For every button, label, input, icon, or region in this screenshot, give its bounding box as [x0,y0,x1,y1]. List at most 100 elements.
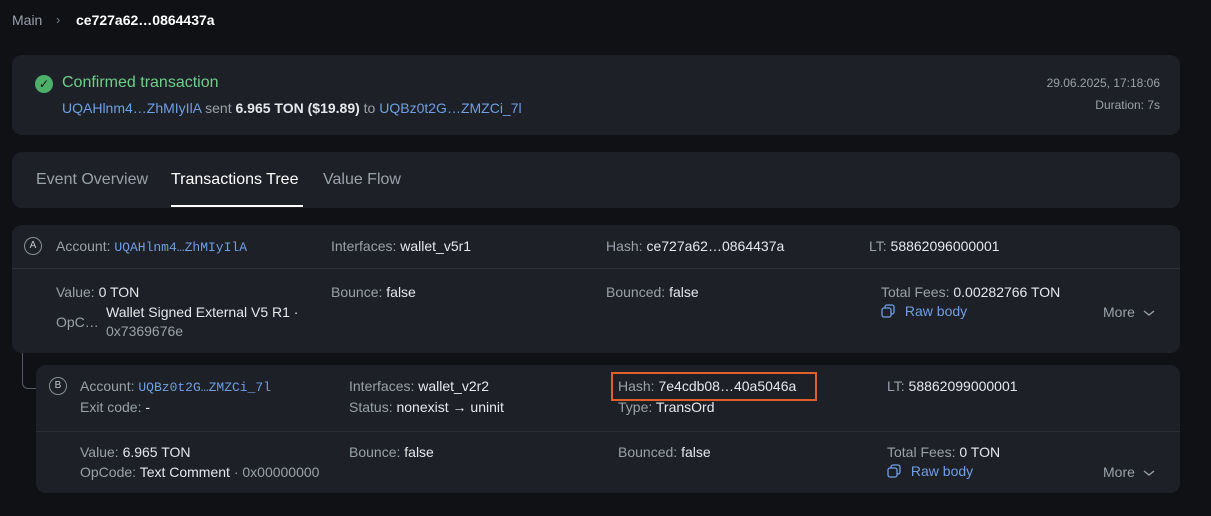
lt-value: 58862099000001 [908,378,1018,394]
sent-amount-usd: ($19.89) [307,100,360,116]
opcode-label: OpCode: [80,464,137,480]
opcode-hex: · 0x00000000 [233,464,320,480]
value-amount: 6.965 TON [122,444,191,460]
status-label: Status: [349,399,393,415]
bounce-field: Bounce: false [331,284,416,300]
bounced-field: Bounced: false [618,444,711,460]
type-value: TransOrd [655,399,715,415]
exit-code-field: Exit code: - [80,399,150,415]
raw-body-label: Raw body [904,303,968,319]
hash-field: Hash: ce727a62…0864437a [606,238,784,254]
opcode-hex: 0x7369676e [106,323,184,339]
type-field: Type: TransOrd [618,399,715,415]
status-value: nonexist → uninit [396,399,504,415]
bounced-field: Bounced: false [606,284,699,300]
exit-code-label: Exit code: [80,399,142,415]
account-label: Account: [56,238,111,254]
value-field: Value: 0 TON [56,284,139,300]
value-label: Value: [56,284,95,300]
check-circle-icon: ✓ [35,75,53,93]
value-label: Value: [80,444,119,460]
account-address-link[interactable]: UQBz0t2G…ZMZCi_7l [138,380,271,395]
opcode-label: OpC… [56,314,99,330]
account-address-link[interactable]: UQAHlnm4…ZhMIyIlA [114,240,247,255]
transaction-node-b: B Account: UQBz0t2G…ZMZCi_7l Exit code: … [36,365,1180,493]
value-amount: 0 TON [98,284,140,300]
lt-label: LT: [869,238,887,254]
to-word: to [363,100,376,116]
view-tabs: Event Overview Transactions Tree Value F… [12,152,1180,208]
bounce-label: Bounce: [331,284,383,300]
breadcrumb-main[interactable]: Main [12,12,42,28]
fees-label: Total Fees: [887,444,956,460]
sent-amount: 6.965 TON [235,100,304,116]
tab-event-overview[interactable]: Event Overview [36,171,148,189]
lt-field: LT: 58862096000001 [869,238,1000,254]
account-field: Account: UQBz0t2G…ZMZCi_7l [80,378,271,395]
breadcrumb-current: ce727a62…0864437a [76,12,215,28]
type-label: Type: [618,399,653,415]
active-tab-indicator [171,205,303,207]
fees-label: Total Fees: [881,284,950,300]
value-field: Value: 6.965 TON [80,444,191,460]
interfaces-field: Interfaces: wallet_v2r2 [349,378,489,394]
fees-value: 0.00282766 TON [953,284,1061,300]
tab-value-flow[interactable]: Value Flow [323,171,401,189]
node-badge-b: B [49,377,67,395]
bounce-value: false [404,444,434,460]
account-field: Account: UQAHlnm4…ZhMIyIlA [56,238,247,255]
opcode-name: Wallet Signed External V5 R1 · [106,304,299,320]
copy-icon [887,464,901,478]
hash-value[interactable]: ce727a62…0864437a [646,238,784,254]
breadcrumb-chevron-icon: › [56,12,61,27]
more-label: More [1103,304,1135,320]
transaction-datetime: 29.06.2025, 17:18:06 [1046,76,1160,90]
more-button[interactable]: More [1103,464,1155,480]
more-button[interactable]: More [1103,304,1155,320]
bounce-value: false [386,284,416,300]
interfaces-label: Interfaces: [331,238,397,254]
raw-body-button[interactable]: Raw body [887,463,973,479]
hash-label: Hash: [606,238,643,254]
fees-field: Total Fees: 0.00282766 TON [881,284,1060,300]
raw-body-button[interactable]: Raw body [881,303,967,319]
fees-value: 0 TON [959,444,1001,460]
transaction-duration: Duration: 7s [1095,98,1160,112]
hash-highlight-box [611,372,817,401]
node-divider [36,431,1180,432]
bounce-field: Bounce: false [349,444,434,460]
interfaces-value: wallet_v2r2 [418,378,490,394]
opcode-field: OpCode: Text Comment · 0x00000000 [80,464,319,480]
lt-value: 58862096000001 [890,238,1000,254]
bounced-value: false [681,444,711,460]
exit-code-value: - [145,399,151,415]
interfaces-label: Interfaces: [349,378,415,394]
interfaces-value: wallet_v5r1 [400,238,472,254]
status-title: Confirmed transaction [62,74,219,91]
node-divider [12,268,1180,269]
account-label: Account: [80,378,135,394]
lt-label: LT: [887,378,905,394]
lt-field: LT: 58862099000001 [887,378,1018,394]
sent-word: sent [205,100,232,116]
sender-address-link[interactable]: UQAHlnm4…ZhMIyIlA [62,100,201,116]
more-label: More [1103,464,1135,480]
fees-field: Total Fees: 0 TON [887,444,1000,460]
chevron-down-icon [1143,310,1155,316]
interfaces-field: Interfaces: wallet_v5r1 [331,238,471,254]
bounced-label: Bounced: [606,284,666,300]
transaction-node-a: A Account: UQAHlnm4…ZhMIyIlA Interfaces:… [12,225,1180,353]
node-badge-a: A [24,237,42,255]
raw-body-label: Raw body [910,463,974,479]
status-field: Status: nonexist → uninit [349,399,504,415]
bounced-label: Bounced: [618,444,678,460]
bounced-value: false [669,284,699,300]
bounce-label: Bounce: [349,444,401,460]
tree-connector [22,353,36,389]
transaction-status-card: ✓ Confirmed transaction UQAHlnm4…ZhMIyIl… [12,55,1180,135]
tab-transactions-tree[interactable]: Transactions Tree [171,171,298,189]
chevron-down-icon [1143,470,1155,476]
recipient-address-link[interactable]: UQBz0t2G…ZMZCi_7l [379,100,521,116]
transfer-summary: UQAHlnm4…ZhMIyIlA sent 6.965 TON ($19.89… [62,100,522,116]
opcode-name: Text Comment [139,464,230,480]
